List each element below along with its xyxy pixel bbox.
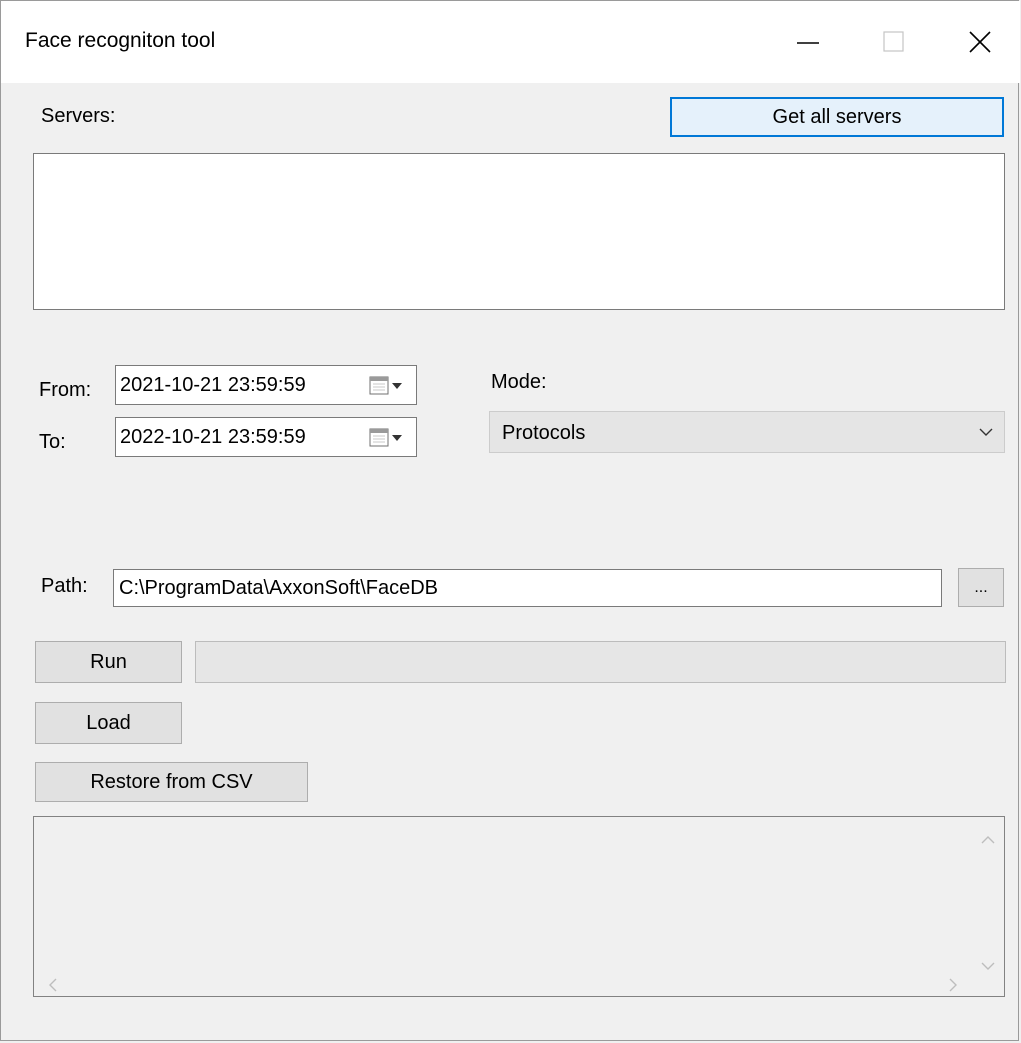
window-title: Face recogniton tool <box>25 29 216 52</box>
browse-button[interactable]: ... <box>958 568 1004 607</box>
scroll-right-icon[interactable] <box>948 978 958 992</box>
title-bar[interactable]: Face recogniton tool <box>1 1 1020 83</box>
get-all-servers-button[interactable]: Get all servers <box>670 97 1004 137</box>
to-date-picker[interactable]: 2022-10-21 23:59:59 <box>115 417 417 457</box>
restore-from-csv-button[interactable]: Restore from CSV <box>35 762 308 802</box>
mode-select[interactable]: Protocols <box>489 411 1005 453</box>
chevron-down-icon <box>979 428 993 436</box>
horizontal-scrollbar[interactable] <box>34 972 972 996</box>
close-icon <box>969 31 991 53</box>
progress-bar <box>195 641 1006 683</box>
run-button[interactable]: Run <box>35 641 182 683</box>
from-date-value: 2021-10-21 23:59:59 <box>120 374 306 396</box>
path-value: C:\ProgramData\AxxonSoft\FaceDB <box>119 577 439 599</box>
path-input[interactable]: C:\ProgramData\AxxonSoft\FaceDB <box>113 569 942 607</box>
from-date-picker[interactable]: 2021-10-21 23:59:59 <box>115 365 417 405</box>
calendar-dropdown-icon[interactable] <box>368 374 410 398</box>
scroll-down-icon[interactable] <box>981 961 995 971</box>
servers-label: Servers: <box>41 105 116 127</box>
from-label: From: <box>39 379 92 401</box>
path-label: Path: <box>41 575 88 597</box>
maximize-button <box>855 13 933 71</box>
to-label: To: <box>39 431 66 453</box>
scroll-left-icon[interactable] <box>48 978 58 992</box>
maximize-icon <box>883 31 904 52</box>
minimize-button[interactable] <box>769 13 847 71</box>
calendar-dropdown-icon[interactable] <box>368 426 410 450</box>
mode-label: Mode: <box>491 371 547 393</box>
log-textarea[interactable] <box>33 816 1005 997</box>
vertical-scrollbar[interactable] <box>970 817 1004 973</box>
servers-list[interactable] <box>33 153 1005 310</box>
minimize-icon <box>797 42 819 44</box>
face-recognition-window: Face recogniton tool Servers: Get all se… <box>0 0 1020 1041</box>
load-button[interactable]: Load <box>35 702 182 744</box>
mode-selected-value: Protocols <box>502 422 586 444</box>
to-date-value: 2022-10-21 23:59:59 <box>120 426 306 448</box>
scroll-up-icon[interactable] <box>981 835 995 845</box>
close-button[interactable] <box>941 13 1019 71</box>
